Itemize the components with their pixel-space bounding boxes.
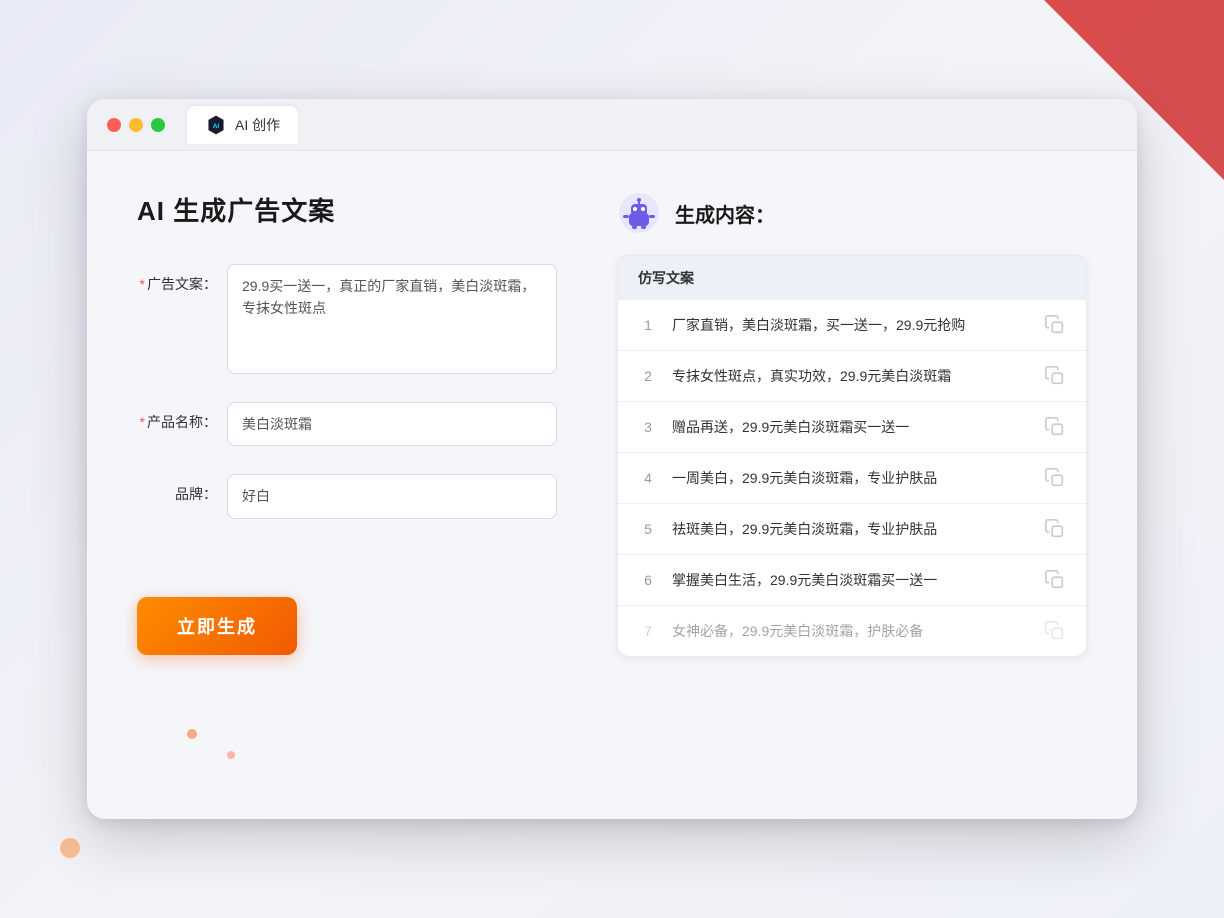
ad-copy-group: *广告文案： 29.9买一送一，真正的厂家直销，美白淡斑霜，专抹女性斑点 <box>137 264 557 374</box>
row-number: 7 <box>638 623 658 639</box>
copy-icon[interactable] <box>1044 314 1066 336</box>
close-button[interactable] <box>107 118 121 132</box>
table-row: 1 厂家直销，美白淡斑霜，买一送一，29.9元抢购 <box>618 300 1086 351</box>
row-text: 女神必备，29.9元美白淡斑霜，护肤必备 <box>672 621 1030 642</box>
brand-group: 品牌： <box>137 474 557 518</box>
ai-creation-tab[interactable]: AI AI 创作 <box>187 106 298 144</box>
ai-tab-icon: AI <box>205 114 227 136</box>
decorative-dot-2 <box>227 751 235 759</box>
copy-icon[interactable] <box>1044 416 1066 438</box>
copy-icon[interactable] <box>1044 467 1066 489</box>
brand-input[interactable] <box>227 474 557 518</box>
bot-icon <box>617 191 661 235</box>
decorative-dot-1 <box>187 729 197 739</box>
table-row: 7 女神必备，29.9元美白淡斑霜，护肤必备 <box>618 606 1086 656</box>
result-rows: 1 厂家直销，美白淡斑霜，买一送一，29.9元抢购 2 专抹女性斑点，真实功效，29… <box>618 300 1086 656</box>
row-number: 3 <box>638 419 658 435</box>
row-number: 5 <box>638 521 658 537</box>
page-title: AI 生成广告文案 <box>137 191 557 228</box>
table-row: 6 掌握美白生活，29.9元美白淡斑霜买一送一 <box>618 555 1086 606</box>
app-window: AI AI 创作 AI 生成广告文案 *广告文案： 29.9买一送一，真正的厂家… <box>87 99 1137 819</box>
result-card: 仿写文案 1 厂家直销，美白淡斑霜，买一送一，29.9元抢购 2 专抹女性斑点，真实… <box>617 255 1087 657</box>
result-table-header: 仿写文案 <box>618 256 1086 300</box>
table-row: 5 祛斑美白，29.9元美白淡斑霜，专业护肤品 <box>618 504 1086 555</box>
row-text: 厂家直销，美白淡斑霜，买一送一，29.9元抢购 <box>672 315 1030 336</box>
row-number: 1 <box>638 317 658 333</box>
left-panel: AI 生成广告文案 *广告文案： 29.9买一送一，真正的厂家直销，美白淡斑霜，… <box>137 191 557 771</box>
product-name-group: *产品名称： <box>137 402 557 446</box>
traffic-lights <box>107 118 165 132</box>
row-text: 赠品再送，29.9元美白淡斑霜买一送一 <box>672 417 1030 438</box>
table-row: 2 专抹女性斑点，真实功效，29.9元美白淡斑霜 <box>618 351 1086 402</box>
required-star-1: * <box>140 276 145 292</box>
content-area: AI 生成广告文案 *广告文案： 29.9买一送一，真正的厂家直销，美白淡斑霜，… <box>87 151 1137 811</box>
result-title: 生成内容： <box>675 199 775 228</box>
copy-icon[interactable] <box>1044 518 1066 540</box>
minimize-button[interactable] <box>129 118 143 132</box>
ad-copy-input[interactable]: 29.9买一送一，真正的厂家直销，美白淡斑霜，专抹女性斑点 <box>227 264 557 374</box>
right-panel: 生成内容： 仿写文案 1 厂家直销，美白淡斑霜，买一送一，29.9元抢购 2 专抹女… <box>617 191 1087 771</box>
row-number: 2 <box>638 368 658 384</box>
tab-label: AI 创作 <box>235 115 280 135</box>
row-text: 一周美白，29.9元美白淡斑霜，专业护肤品 <box>672 468 1030 489</box>
brand-label: 品牌： <box>137 474 217 504</box>
copy-icon[interactable] <box>1044 620 1066 642</box>
maximize-button[interactable] <box>151 118 165 132</box>
row-text: 掌握美白生活，29.9元美白淡斑霜买一送一 <box>672 570 1030 591</box>
titlebar: AI AI 创作 <box>87 99 1137 151</box>
generate-button[interactable]: 立即生成 <box>137 597 297 655</box>
required-star-2: * <box>140 414 145 430</box>
row-number: 6 <box>638 572 658 588</box>
row-number: 4 <box>638 470 658 486</box>
result-header: 生成内容： <box>617 191 1087 235</box>
product-name-label: *产品名称： <box>137 402 217 432</box>
copy-icon[interactable] <box>1044 569 1066 591</box>
copy-icon[interactable] <box>1044 365 1066 387</box>
product-name-input[interactable] <box>227 402 557 446</box>
svg-text:AI: AI <box>213 122 220 129</box>
table-row: 3 赠品再送，29.9元美白淡斑霜买一送一 <box>618 402 1086 453</box>
ad-copy-label: *广告文案： <box>137 264 217 294</box>
table-row: 4 一周美白，29.9元美白淡斑霜，专业护肤品 <box>618 453 1086 504</box>
row-text: 专抹女性斑点，真实功效，29.9元美白淡斑霜 <box>672 366 1030 387</box>
row-text: 祛斑美白，29.9元美白淡斑霜，专业护肤品 <box>672 519 1030 540</box>
